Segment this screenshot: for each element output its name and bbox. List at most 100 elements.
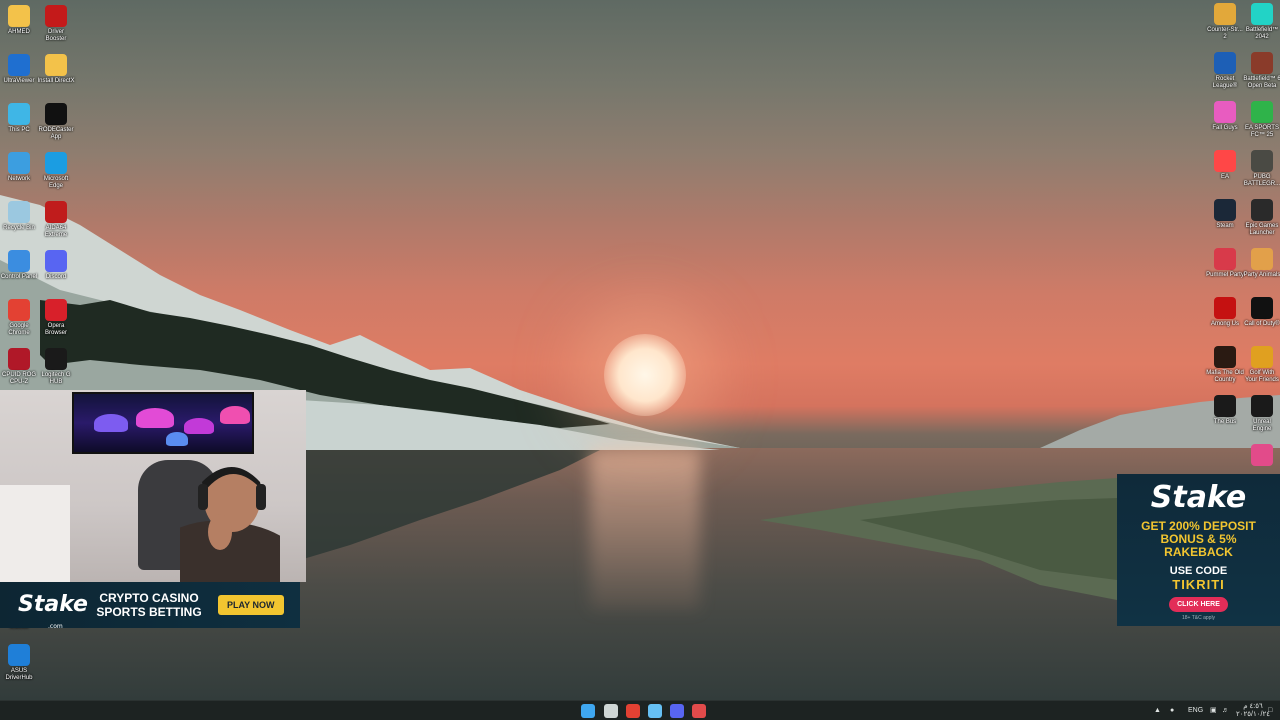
desktop-shortcut[interactable]: Control Panel: [0, 250, 38, 281]
rodecaster-icon: [45, 103, 67, 125]
desktop-shortcut[interactable]: Network: [0, 152, 38, 183]
stake-ad-fine-print: 18+ T&C apply: [1181, 615, 1216, 621]
desktop-shortcut-label: AHMED: [8, 29, 30, 35]
stake-ad-headline: GET 200% DEPOSIT BONUS & 5% RAKEBACK: [1141, 519, 1256, 559]
battlefield-2042-icon: [1251, 3, 1273, 25]
desktop-shortcut[interactable]: Mafia The Old Country: [1206, 346, 1244, 384]
stake-ad-logo: Stake: [1150, 480, 1247, 515]
clock-time: ٤:٥٦ م: [1243, 703, 1263, 710]
desktop-shortcut[interactable]: Google Chrome: [0, 299, 38, 337]
webcam-background-tv: [72, 392, 254, 454]
network-icon[interactable]: ▣: [1210, 705, 1217, 717]
steam-icon[interactable]: [648, 704, 662, 718]
asus-driverhub-icon: [8, 644, 30, 666]
desktop-shortcut-label: EA: [1220, 174, 1229, 180]
desktop-shortcut[interactable]: Party Animals: [1243, 248, 1280, 279]
streamer: [180, 467, 280, 582]
windows-start-icon[interactable]: [581, 704, 595, 718]
desktop-shortcut-label: Mafia The Old Country: [1206, 370, 1244, 383]
webcam-shelf: [0, 485, 70, 582]
desktop-shortcut-label: Google Chrome: [8, 323, 30, 336]
rocket-league-icon: [1214, 52, 1236, 74]
play-now-button[interactable]: PLAY NOW: [218, 595, 284, 615]
chrome-icon[interactable]: [626, 704, 640, 718]
desktop-shortcut[interactable]: This PC: [0, 103, 38, 134]
counter-strike-icon: [1214, 3, 1236, 25]
desktop-shortcut[interactable]: Discord: [37, 250, 75, 281]
desktop-shortcut[interactable]: AIDA64 Extreme: [37, 201, 75, 239]
mafia-icon: [1214, 346, 1236, 368]
desktop-shortcut-label: Battlefield™ 6 Open Beta: [1243, 76, 1280, 89]
chevron-up-icon[interactable]: ▲: [1154, 705, 1161, 717]
desktop-shortcut[interactable]: Counter-Str... 2: [1206, 3, 1244, 41]
desktop-shortcut-label: RODECaster App: [38, 127, 74, 140]
clock[interactable]: ٤:٥٦ م ٢٠٢٥/١٠/٢٤: [1236, 703, 1270, 719]
monitor-icon: [8, 103, 30, 125]
desktop-shortcut[interactable]: CPUID ROG CPU-Z: [0, 348, 38, 386]
desktop-shortcut[interactable]: UltraViewer: [0, 54, 38, 85]
desktop-shortcut-label: Network: [7, 176, 30, 182]
steam-icon: [1214, 199, 1236, 221]
stake-ad[interactable]: Stake GET 200% DEPOSIT BONUS & 5% RAKEBA…: [1117, 474, 1280, 626]
aida64-icon: [45, 201, 67, 223]
stake-banner[interactable]: Stake .com CRYPTO CASINO SPORTS BETTING …: [0, 582, 300, 630]
taskbar: ▲ ● ENG ▣ ♬ ٤:٥٦ م ٢٠٢٥/١٠/٢٤ □: [0, 700, 1280, 720]
notification-icon[interactable]: □: [1268, 705, 1272, 717]
desktop-shortcut[interactable]: Battlefield™ 6 Open Beta: [1243, 52, 1280, 90]
desktop-shortcut-label: Unreal Engine: [1252, 419, 1272, 432]
desktop-shortcut[interactable]: Call of Duty®: [1243, 297, 1280, 328]
desktop-shortcut[interactable]: Battlefield™ 2042: [1243, 3, 1280, 41]
desktop-shortcut[interactable]: Opera Browser: [37, 299, 75, 337]
volume-icon[interactable]: ♬: [1222, 705, 1229, 717]
recycle-bin-icon: [8, 201, 30, 223]
folder-icon: [8, 5, 30, 27]
the-bus-icon: [1214, 395, 1236, 417]
desktop-shortcut-label: Install DirectX: [37, 78, 75, 84]
opera-icon: [45, 299, 67, 321]
desktop-shortcut-label: Pummel Party: [1206, 272, 1244, 278]
desktop-shortcut[interactable]: Rocket League®: [1206, 52, 1244, 90]
microphone-icon[interactable]: ●: [1170, 705, 1174, 717]
click-here-button[interactable]: CLICK HERE: [1169, 597, 1228, 612]
desktop-shortcut-label: ASUS DriverHub: [5, 668, 33, 681]
task-view-icon[interactable]: [604, 704, 618, 718]
desktop-shortcut[interactable]: The Bus: [1206, 395, 1244, 426]
desktop-shortcut[interactable]: Microsoft Edge: [37, 152, 75, 190]
desktop-shortcut[interactable]: EA SPORTS FC™ 25: [1243, 101, 1280, 139]
desktop-shortcut-label: This PC: [8, 127, 30, 133]
sun: [604, 334, 686, 416]
desktop-shortcut[interactable]: EA: [1206, 150, 1244, 181]
desktop-shortcut-label: Epic Games Launcher: [1245, 223, 1279, 236]
desktop-shortcut[interactable]: Fall Guys: [1206, 101, 1244, 132]
desktop-shortcut-label: Golf With Your Friends: [1245, 370, 1279, 383]
desktop-shortcut[interactable]: Steam: [1206, 199, 1244, 230]
stake-ad-code: TIKRITI: [1172, 577, 1225, 592]
logitech-icon: [45, 348, 67, 370]
desktop-shortcut-label: Battlefield™ 2042: [1245, 27, 1279, 40]
unreal-engine-icon: [1251, 395, 1273, 417]
app-icon[interactable]: [692, 704, 706, 718]
desktop-shortcut[interactable]: Unreal Engine: [1243, 395, 1280, 433]
desktop-shortcut[interactable]: Install DirectX: [37, 54, 75, 85]
desktop-shortcut-label: Discord: [45, 274, 67, 280]
desktop-shortcut-label: Recycle Bin: [3, 225, 35, 231]
desktop-shortcut[interactable]: RODECaster App: [37, 103, 75, 141]
language-indicator[interactable]: ENG: [1188, 705, 1203, 717]
sun-reflection: [590, 450, 700, 610]
desktop-shortcut-label: UltraViewer: [3, 78, 35, 84]
desktop-shortcut[interactable]: Recycle Bin: [0, 201, 38, 232]
golf-icon: [1251, 346, 1273, 368]
desktop-shortcut-label: EA SPORTS FC™ 25: [1245, 125, 1279, 138]
desktop-shortcut[interactable]: Driver Booster: [37, 5, 75, 43]
desktop-shortcut[interactable]: Pummel Party: [1206, 248, 1244, 279]
desktop-shortcut[interactable]: AHMED: [0, 5, 38, 36]
desktop-shortcut[interactable]: Golf With Your Friends: [1243, 346, 1280, 384]
desktop-shortcut[interactable]: PUBG BATTLEGR...: [1243, 150, 1280, 188]
discord-icon[interactable]: [670, 704, 684, 718]
desktop-shortcut-label: Party Animals: [1243, 272, 1280, 278]
desktop-shortcut[interactable]: Logitech G HUB: [37, 348, 75, 386]
desktop-shortcut[interactable]: Epic Games Launcher: [1243, 199, 1280, 237]
desktop-shortcut[interactable]: [1243, 444, 1280, 468]
desktop-shortcut[interactable]: Among Us: [1206, 297, 1244, 328]
desktop-shortcut[interactable]: ASUS DriverHub: [0, 644, 38, 682]
